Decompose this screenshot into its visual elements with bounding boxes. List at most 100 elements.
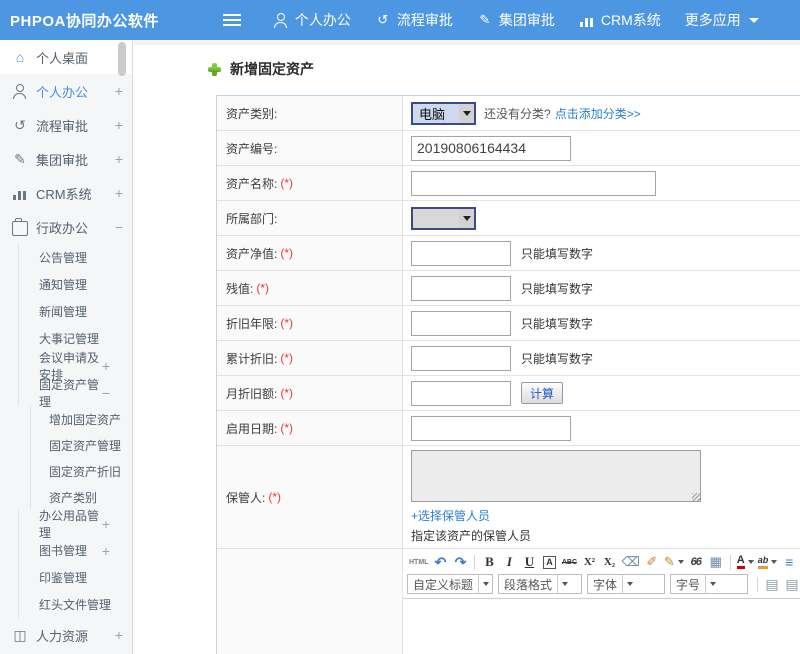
- add-category-link[interactable]: 点击添加分类>>: [555, 105, 641, 122]
- top-menu-item[interactable]: ↺流程审批: [375, 10, 453, 30]
- sidebar-item[interactable]: 印鉴管理: [18, 564, 132, 591]
- font-color-icon[interactable]: A: [736, 553, 755, 571]
- sidebar-item[interactable]: ◫ 人力资源 +: [0, 618, 132, 652]
- depreciation-years-input[interactable]: [411, 311, 511, 336]
- bold-icon-glyph: B: [485, 554, 494, 570]
- html-source-icon[interactable]: HTML: [408, 553, 429, 571]
- hamburger-menu-icon[interactable]: [223, 14, 241, 16]
- sidebar-item[interactable]: 固定资产管理−: [18, 379, 132, 406]
- underline-icon[interactable]: U: [520, 553, 538, 571]
- form-label-text: 累计折旧:: [226, 350, 277, 367]
- sidebar-item[interactable]: 红头文件管理: [18, 591, 132, 618]
- form-row-asset-name: 资产名称:(*): [217, 166, 800, 201]
- expand-icon[interactable]: +: [102, 359, 110, 373]
- required-mark: (*): [280, 176, 293, 190]
- sidebar-item-label: 人力资源: [36, 626, 88, 645]
- bold-icon[interactable]: B: [480, 553, 498, 571]
- paste-table-icon-glyph: ▦: [710, 554, 722, 570]
- form-label: 资产名称:(*): [217, 166, 403, 200]
- expand-icon[interactable]: +: [115, 118, 123, 132]
- start-date-input[interactable]: [411, 416, 571, 441]
- italic-icon[interactable]: I: [500, 553, 518, 571]
- custodian-textarea[interactable]: [411, 450, 701, 502]
- editor-content-area[interactable]: [403, 599, 800, 654]
- redo-icon[interactable]: ↷: [451, 553, 469, 571]
- expand-icon[interactable]: +: [115, 84, 123, 98]
- sidebar-item[interactable]: 公告管理: [18, 244, 132, 271]
- chevron-down-icon: [459, 104, 474, 123]
- sidebar-item[interactable]: 个人办公 +: [0, 74, 132, 108]
- form-row-monthly-depreciation: 月折旧额:(*)计算: [217, 376, 800, 411]
- editor-cell: HTML↶↷BIUAABCX²X₂⌫✐✎66▦Aab≡自定义标题段落格式字体字号…: [403, 549, 800, 654]
- list-icon[interactable]: ≡: [780, 553, 798, 571]
- category-question-text: 还没有分类?: [484, 105, 551, 122]
- sidebar-item[interactable]: ↺流程审批+: [0, 108, 132, 142]
- accumulated-depreciation-input[interactable]: [411, 346, 511, 371]
- department-select[interactable]: [411, 207, 476, 230]
- page-title: 新增固定资产: [230, 59, 314, 79]
- asset-name-input[interactable]: [411, 171, 656, 196]
- sidebar-item[interactable]: 新闻管理: [18, 298, 132, 325]
- sidebar-item[interactable]: 通知管理: [18, 271, 132, 298]
- blockquote-icon[interactable]: 66: [687, 553, 705, 571]
- sidebar-item[interactable]: 固定资产折旧: [30, 458, 132, 484]
- sidebar-item[interactable]: CRM系统+: [0, 176, 132, 210]
- sidebar-item[interactable]: ✎集团审批+: [0, 142, 132, 176]
- font-size-select[interactable]: 字号: [670, 574, 748, 594]
- sidebar-item[interactable]: 固定资产管理: [30, 432, 132, 458]
- monthly-depreciation-input[interactable]: [411, 381, 511, 406]
- user-icon: [273, 13, 289, 28]
- subscript-icon-glyph: X₂: [604, 556, 615, 568]
- collapse-icon[interactable]: −: [115, 220, 123, 234]
- font-size-icon[interactable]: A: [540, 553, 558, 571]
- eraser-icon[interactable]: ⌫: [620, 553, 640, 571]
- expand-icon[interactable]: +: [115, 186, 123, 200]
- strikethrough-icon-glyph: ABC: [562, 559, 577, 566]
- align-center-icon[interactable]: ▤: [783, 575, 800, 593]
- top-menu-item[interactable]: 个人办公: [273, 10, 351, 30]
- top-menu-item[interactable]: CRM系统: [579, 10, 661, 30]
- expand-icon[interactable]: +: [102, 544, 110, 558]
- sidebar-item-label: 个人办公: [36, 82, 88, 101]
- highlight-color-icon[interactable]: ab: [757, 553, 779, 571]
- form-label-text: 资产类别:: [226, 105, 277, 122]
- sidebar-item[interactable]: 增加固定资产: [30, 406, 132, 432]
- top-menu: 个人办公 ↺流程审批 ✎集团审批 CRM系统 更多应用: [273, 10, 759, 30]
- font-family-select[interactable]: 字体: [587, 574, 665, 594]
- strikethrough-icon[interactable]: ABC: [560, 553, 578, 571]
- format-brush-icon[interactable]: ✐: [643, 553, 661, 571]
- hr-icon: ◫: [12, 628, 28, 643]
- expand-icon[interactable]: +: [102, 517, 110, 531]
- expand-icon[interactable]: +: [115, 628, 123, 642]
- select-custodian-link[interactable]: +选择保管人员: [411, 507, 490, 524]
- top-menu-item[interactable]: 更多应用: [685, 10, 759, 30]
- sidebar-item[interactable]: 图书管理+: [18, 537, 132, 564]
- sidebar-item-label: 增加固定资产: [49, 411, 121, 428]
- superscript-icon[interactable]: X²: [580, 553, 598, 571]
- calculate-button[interactable]: 计算: [521, 382, 563, 404]
- crm-icon: [579, 13, 595, 28]
- form-value: 只能填写数字: [403, 271, 800, 305]
- asset-number-input[interactable]: [411, 136, 571, 161]
- asset-category-select[interactable]: 电脑: [411, 102, 476, 125]
- top-menu-item[interactable]: ✎集团审批: [477, 10, 555, 30]
- paste-table-icon[interactable]: ▦: [707, 553, 725, 571]
- sidebar-item[interactable]: 行政办公−: [0, 210, 132, 244]
- paragraph-format-select[interactable]: 段落格式: [498, 574, 582, 594]
- collapse-icon[interactable]: −: [102, 386, 110, 400]
- expand-icon[interactable]: +: [115, 152, 123, 166]
- subscript-icon[interactable]: X₂: [600, 553, 618, 571]
- required-mark: (*): [280, 351, 293, 365]
- align-left-icon[interactable]: ▤: [763, 575, 781, 593]
- form-row-depreciation-years: 折旧年限:(*)只能填写数字: [217, 306, 800, 341]
- net-value-input[interactable]: [411, 241, 511, 266]
- title-style-select[interactable]: 自定义标题: [407, 574, 493, 594]
- sidebar-scrollbar-thumb[interactable]: [118, 42, 126, 76]
- magic-pen-icon[interactable]: ✎: [663, 553, 685, 571]
- chevron-down-icon: [478, 575, 492, 593]
- form-label: [217, 549, 403, 654]
- residual-value-input[interactable]: [411, 276, 511, 301]
- undo-icon[interactable]: ↶: [431, 553, 449, 571]
- sidebar-item[interactable]: 办公用品管理+: [18, 510, 132, 537]
- sidebar-item[interactable]: ⌂个人桌面: [0, 40, 132, 74]
